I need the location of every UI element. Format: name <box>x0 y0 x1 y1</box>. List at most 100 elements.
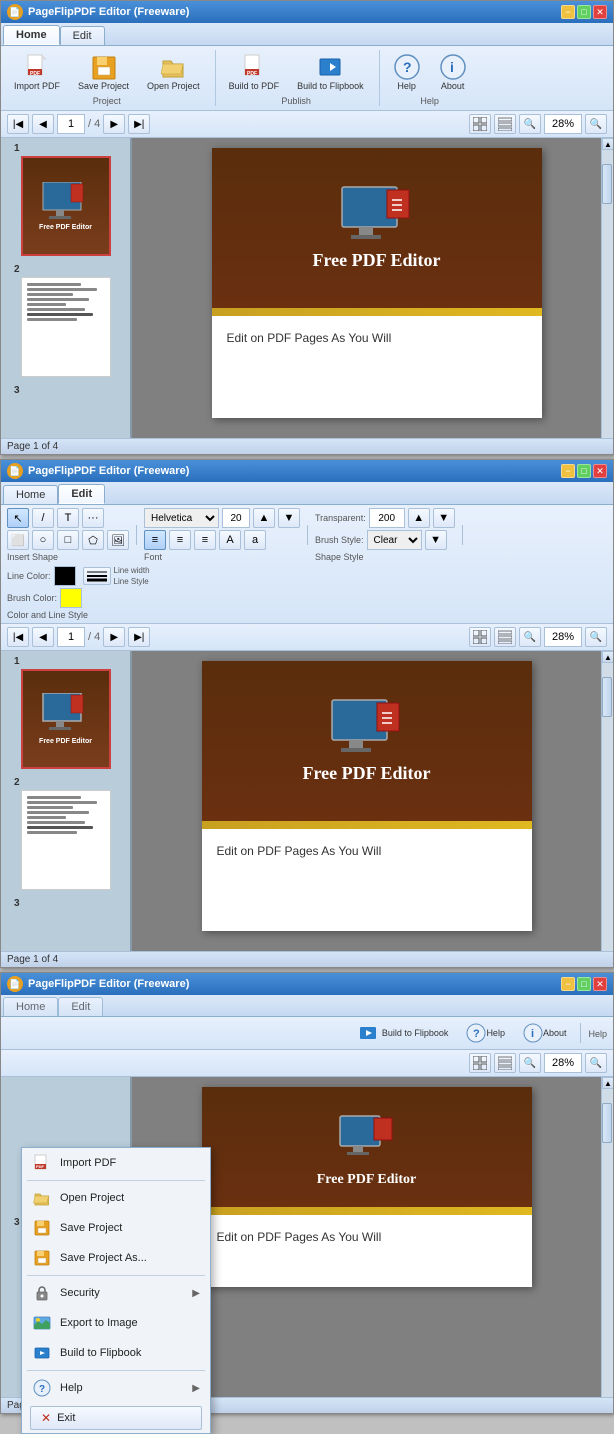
thumb2-2[interactable]: 2 <box>6 777 125 890</box>
search-3[interactable]: 🔍 <box>519 1053 541 1073</box>
tab-home-3[interactable]: Home <box>3 997 58 1016</box>
menu-open-project[interactable]: Open Project <box>22 1183 210 1213</box>
thumbnail-1[interactable]: 1 Free PDF Editor <box>6 143 125 256</box>
menu-save-project[interactable]: Save Project <box>22 1213 210 1243</box>
about-3[interactable]: i About <box>516 1020 574 1046</box>
minimize-button[interactable]: − <box>561 5 575 19</box>
align-center[interactable]: ≡ <box>169 530 191 550</box>
open-project-button[interactable]: Open Project <box>140 50 207 94</box>
menu-export-image[interactable]: Export to Image <box>22 1308 210 1338</box>
scroll-thumb-2[interactable] <box>602 677 612 717</box>
zoom-input-3[interactable] <box>544 1053 582 1073</box>
line-color-swatch[interactable] <box>54 566 76 586</box>
brush-style-select[interactable]: Clear <box>367 530 422 550</box>
tab-home-2[interactable]: Home <box>3 485 58 504</box>
zoom-3[interactable]: 🔍 <box>585 1053 607 1073</box>
eraser-tool[interactable]: ⬜ <box>7 530 29 550</box>
list-view-button[interactable] <box>494 114 516 134</box>
trans-up[interactable]: ▲ <box>408 508 430 528</box>
lines-icon[interactable] <box>83 567 111 585</box>
font-size-input[interactable] <box>222 508 250 528</box>
scroll-thumb-3[interactable] <box>602 1103 612 1143</box>
list-view-2[interactable] <box>494 627 516 647</box>
font-size-up[interactable]: ▲ <box>253 508 275 528</box>
grid-view-button[interactable] <box>469 114 491 134</box>
brush-color-swatch[interactable] <box>60 588 82 608</box>
align-left[interactable]: ≡ <box>144 530 166 550</box>
search-button[interactable]: 🔍 <box>519 114 541 134</box>
build-flipbook-3[interactable]: Build to Flipbook <box>351 1020 456 1046</box>
dotted-tool[interactable]: ··· <box>82 508 104 528</box>
close-button-3[interactable]: ✕ <box>593 977 607 991</box>
prev-page-button[interactable]: ◀ <box>32 114 54 134</box>
scroll-up-arrow-2[interactable]: ▲ <box>602 651 613 663</box>
thumb2-1[interactable]: 1 Free PDF Editor <box>6 656 125 769</box>
minimize-button-3[interactable]: − <box>561 977 575 991</box>
menu-save-project-as[interactable]: Save Project As... <box>22 1243 210 1273</box>
last-page-button-2[interactable]: ▶| <box>128 627 150 647</box>
pen-tool[interactable]: / <box>32 508 54 528</box>
next-page-button-2[interactable]: ▶ <box>103 627 125 647</box>
font-select[interactable]: Helvetica <box>144 508 219 528</box>
thumb2-3[interactable]: 3 <box>6 898 125 911</box>
minimize-button-2[interactable]: − <box>561 464 575 478</box>
thumbnail-2[interactable]: 2 <box>6 264 125 377</box>
import-pdf-button[interactable]: PDF Import PDF <box>7 50 67 94</box>
zoom-button[interactable]: 🔍 <box>585 114 607 134</box>
close-button-2[interactable]: ✕ <box>593 464 607 478</box>
scroll-up-3[interactable]: ▲ <box>602 1077 613 1089</box>
font-size-down[interactable]: ▼ <box>278 508 300 528</box>
rect-tool[interactable]: □ <box>57 530 79 550</box>
brush-dropdown[interactable]: ▼ <box>425 530 447 550</box>
first-page-button-2[interactable]: |◀ <box>7 627 29 647</box>
font-size-large[interactable]: A <box>219 530 241 550</box>
maximize-button[interactable]: □ <box>577 5 591 19</box>
grid-view-2[interactable] <box>469 627 491 647</box>
zoom-button-2[interactable]: 🔍 <box>585 627 607 647</box>
exit-button[interactable]: ✕ Exit <box>30 1406 202 1430</box>
page-input-2[interactable] <box>57 627 85 647</box>
tab-edit-3[interactable]: Edit <box>58 997 103 1016</box>
scrollbar-3[interactable]: ▲ <box>601 1077 613 1397</box>
scroll-up-arrow[interactable]: ▲ <box>602 138 613 150</box>
about-button[interactable]: i About <box>432 50 474 94</box>
grid-view-3[interactable] <box>469 1053 491 1073</box>
font-size-small[interactable]: a <box>244 530 266 550</box>
scroll-thumb-1[interactable] <box>602 164 612 204</box>
menu-sep-3 <box>27 1370 205 1371</box>
text-tool[interactable]: T <box>57 508 79 528</box>
scrollbar-2[interactable]: ▲ <box>601 651 613 951</box>
build-flipbook-button[interactable]: Build to Flipbook <box>290 50 371 94</box>
help-3[interactable]: ? Help <box>459 1020 512 1046</box>
select-tool[interactable]: ↖ <box>7 508 29 528</box>
tab-edit-2[interactable]: Edit <box>58 484 105 504</box>
menu-import-pdf[interactable]: PDF Import PDF <box>22 1148 210 1178</box>
close-button[interactable]: ✕ <box>593 5 607 19</box>
build-to-pdf-button[interactable]: PDF Build to PDF <box>222 50 287 94</box>
page-input[interactable] <box>57 114 85 134</box>
tab-edit-1[interactable]: Edit <box>60 26 105 45</box>
menu-build-flipbook[interactable]: Build to Flipbook <box>22 1338 210 1368</box>
img-tool[interactable]: 🖼 <box>107 530 129 550</box>
poly-tool[interactable]: ⬠ <box>82 530 104 550</box>
thumbnail-3[interactable]: 3 <box>6 385 125 398</box>
search-2[interactable]: 🔍 <box>519 627 541 647</box>
circle-tool[interactable]: ○ <box>32 530 54 550</box>
save-project-button[interactable]: Save Project <box>71 50 136 94</box>
first-page-button[interactable]: |◀ <box>7 114 29 134</box>
help-button[interactable]: ? Help <box>386 50 428 94</box>
align-right[interactable]: ≡ <box>194 530 216 550</box>
trans-down[interactable]: ▼ <box>433 508 455 528</box>
next-page-button[interactable]: ▶ <box>103 114 125 134</box>
tab-home-1[interactable]: Home <box>3 25 60 45</box>
menu-security[interactable]: Security ▶ <box>22 1278 210 1308</box>
list-view-3[interactable] <box>494 1053 516 1073</box>
zoom-input[interactable] <box>544 114 582 134</box>
prev-page-button-2[interactable]: ◀ <box>32 627 54 647</box>
maximize-button-3[interactable]: □ <box>577 977 591 991</box>
last-page-button[interactable]: ▶| <box>128 114 150 134</box>
scrollbar-1[interactable]: ▲ <box>601 138 613 438</box>
zoom-input-2[interactable] <box>544 627 582 647</box>
maximize-button-2[interactable]: □ <box>577 464 591 478</box>
transparent-input[interactable] <box>369 508 405 528</box>
